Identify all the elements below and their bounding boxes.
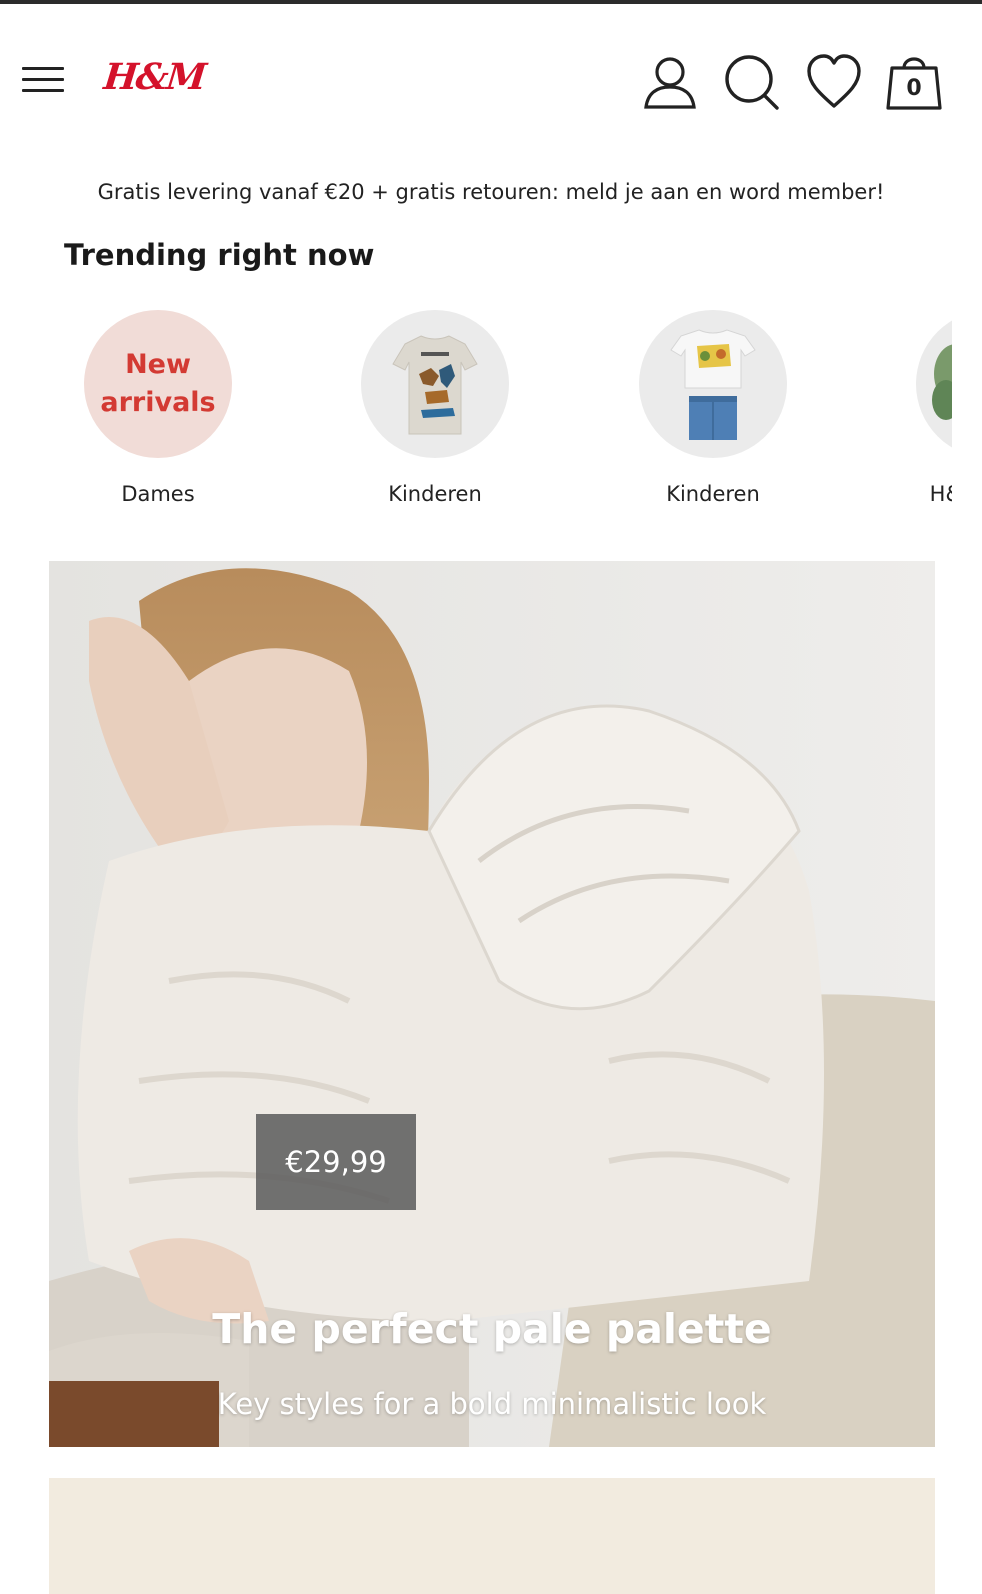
trending-item-label: Kinderen [388,482,482,506]
plant-image [916,310,952,458]
hamburger-menu-icon[interactable] [22,64,66,96]
new-arrivals-badge: New arrivals [100,349,216,418]
trending-carousel[interactable]: New arrivals Dames Kinderen Kinderen H [0,310,952,520]
heart-icon[interactable] [804,50,864,114]
user-icon[interactable] [640,50,700,114]
new-arrivals-circle: New arrivals [84,310,232,458]
kids-set-image [639,310,787,458]
trending-item-dames[interactable]: New arrivals Dames [43,310,273,506]
hm-logo[interactable]: H&M [102,56,207,98]
free-delivery-promo[interactable]: Gratis levering vanaf €20 + gratis retou… [0,180,982,204]
trending-item-kinderen-set[interactable]: Kinderen [598,310,828,506]
bag-count-badge: 0 [906,76,922,101]
shopping-bag-icon[interactable]: 0 [884,50,944,114]
trending-item-home[interactable]: H&M HOME [875,310,952,506]
site-header: H&M 0 [0,4,982,154]
trending-item-label: Dames [121,482,195,506]
trending-item-label: H&M HOME [929,482,952,506]
next-banner[interactable] [49,1478,935,1594]
hero-title: The perfect pale palette [212,1305,772,1353]
dino-tshirt-image [361,310,509,458]
trending-title: Trending right now [64,238,375,272]
hero-banner[interactable]: €29,99 The perfect pale palette Key styl… [49,561,935,1447]
search-icon[interactable] [722,50,782,114]
trending-item-label: Kinderen [666,482,760,506]
price-tag[interactable]: €29,99 [256,1114,416,1210]
trending-item-kinderen-tshirt[interactable]: Kinderen [320,310,550,506]
hero-subtitle: Key styles for a bold minimalistic look [217,1387,767,1421]
